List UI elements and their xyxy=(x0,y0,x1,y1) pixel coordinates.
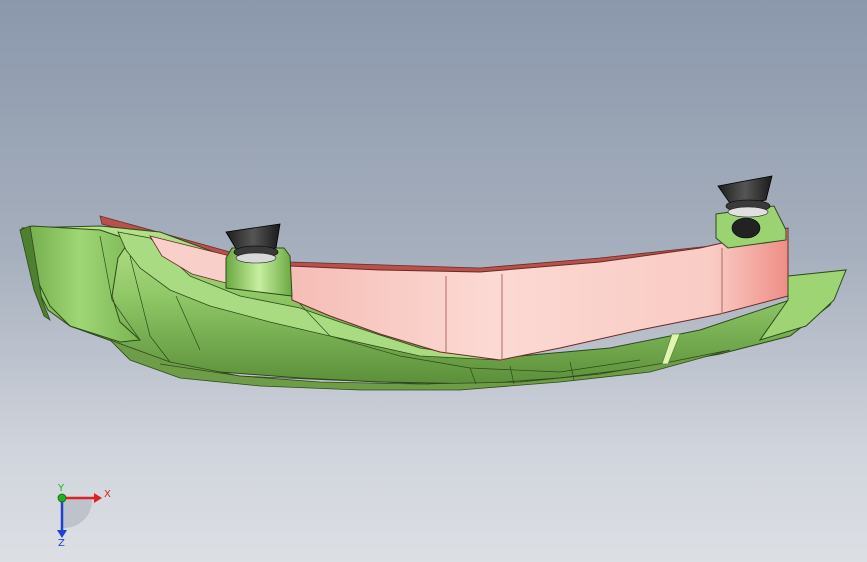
z-axis-label: Z xyxy=(58,538,65,546)
axis-triad: X Z Y xyxy=(57,483,111,546)
y-axis-point xyxy=(57,493,67,503)
x-axis-arrow xyxy=(94,493,102,503)
y-axis-label: Y xyxy=(57,483,65,494)
x-axis-label: X xyxy=(104,489,111,500)
triad-shadow xyxy=(62,498,93,529)
3d-model[interactable] xyxy=(0,0,867,562)
graphics-viewport[interactable]: X Z Y xyxy=(0,0,867,562)
z-axis-arrow xyxy=(57,530,67,538)
